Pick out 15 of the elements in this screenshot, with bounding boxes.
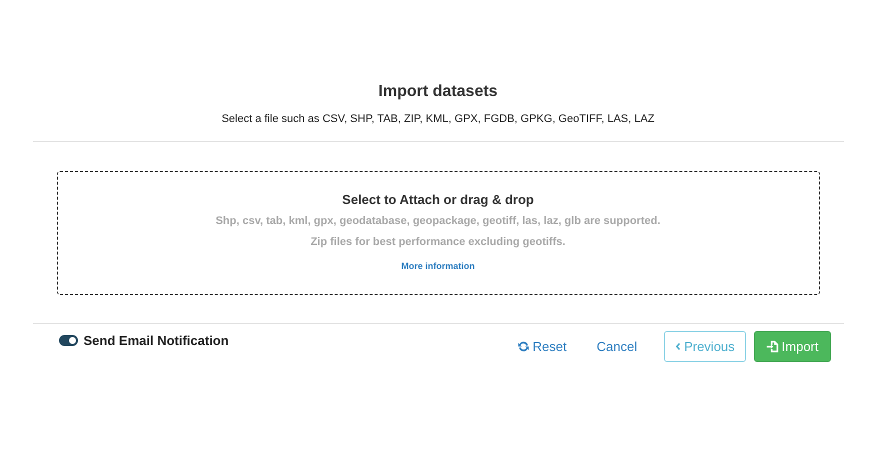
- chevron-left-icon: [675, 342, 682, 351]
- drop-note: Shp, csv, tab, kml, gpx, geodatabase, geopackage, geotiff, las, laz, glb are supported.: [214, 214, 662, 228]
- more-information-link[interactable]: More information: [401, 261, 475, 271]
- dialog-subtitle: Select a file such as CSV, SHP, TAB, ZIP, KML, GPX, FGDB, GPKG, GeoTIFF, LAS, LAZ: [220, 112, 656, 126]
- drop-heading: Select to Attach or drag & drop: [341, 192, 535, 208]
- file-import-icon: [766, 340, 779, 353]
- import-button[interactable]: Import: [754, 331, 830, 362]
- refresh-icon: [516, 340, 530, 353]
- dialog-title: Import datasets: [377, 82, 499, 102]
- cancel-button[interactable]: Cancel: [586, 331, 648, 362]
- drop-note: Zip files for best performance excluding geotiffs.: [310, 235, 566, 249]
- reset-button[interactable]: Reset: [506, 331, 578, 362]
- toggle-switch[interactable]: [58, 335, 78, 346]
- drop-zone[interactable]: Select to Attach or drag & drop Shp, csv, tab, kml, gpx, geodatabase, geopackage, geotiff, las, laz, glb are supported. Zip files for best performance excluding geotiffs. More information: [56, 171, 820, 295]
- toggle-label: Send Email Notification: [84, 333, 229, 348]
